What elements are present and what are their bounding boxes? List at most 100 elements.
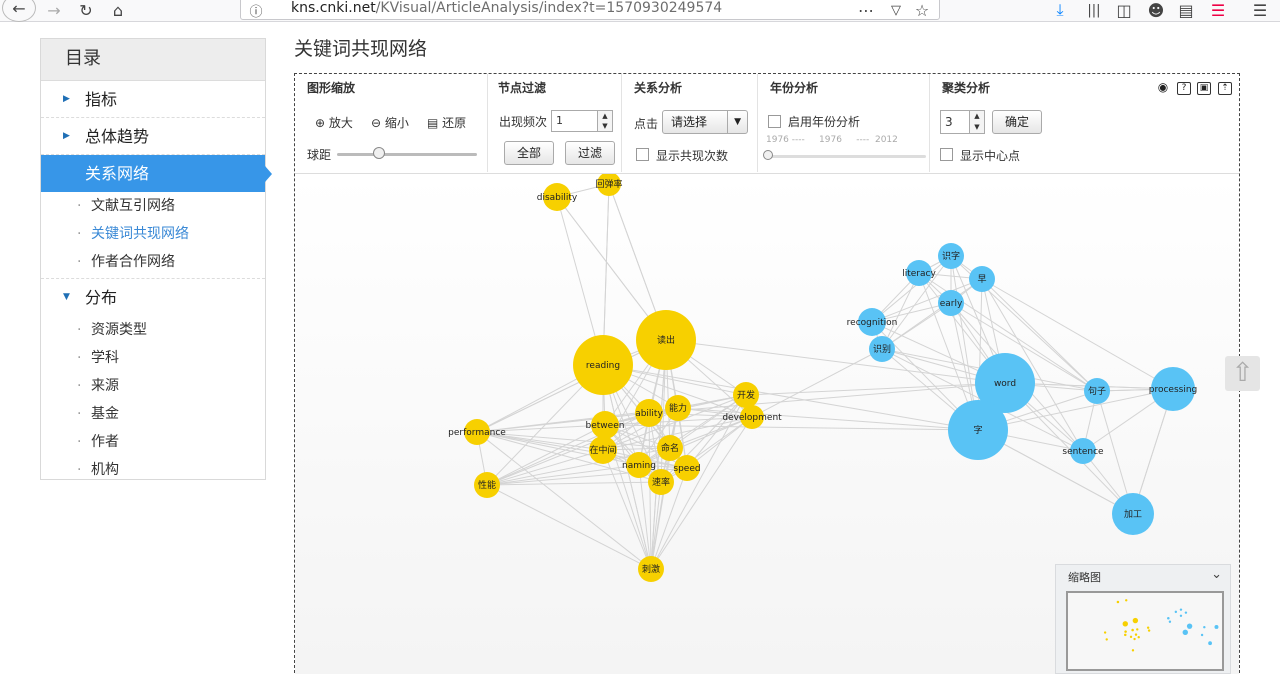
sidebar-subitem-source[interactable]: 来源 [41,372,265,400]
network-node-label: 回弹率 [595,178,622,190]
network-node[interactable]: 开发 [733,382,759,408]
network-edge [871,278,983,323]
minimap-viewport[interactable] [1066,591,1224,671]
filter-apply-button[interactable]: 过滤 [565,141,615,165]
distance-slider-handle[interactable] [373,147,385,159]
zoom-out-button[interactable]: ⊖ 缩小 [371,114,409,131]
info-icon[interactable]: ⓘ [248,0,264,20]
show-center-label: 显示中心点 [960,149,1021,163]
network-node[interactable]: performance [448,419,506,445]
forward-icon[interactable]: → [44,0,64,20]
fullscreen-icon[interactable]: ▣ [1197,82,1211,95]
minimap-node [1174,610,1178,614]
bookmark-star-icon[interactable]: ☆ [912,0,932,20]
network-node[interactable]: 句子 [1084,378,1110,404]
filter-all-button[interactable]: 全部 [504,141,554,165]
show-center-checkbox[interactable] [940,148,953,161]
network-node[interactable]: 命名 [657,435,683,461]
network-node[interactable]: reading [573,335,633,395]
sidebar-subitem-citation-network[interactable]: 文献互引网络 [41,192,265,220]
distance-slider[interactable] [337,153,477,156]
network-node[interactable]: 加工 [1112,493,1154,535]
sidebar-icon[interactable]: ◫ [1114,0,1134,20]
menu-icon[interactable]: ☰ [1250,0,1270,20]
pocket-icon[interactable]: ▽ [886,0,906,20]
relation-select[interactable]: 请选择 ▼ [662,110,748,134]
sidebar-item-indicators[interactable]: ▶ 指标 [41,81,265,118]
frequency-input[interactable]: 1 [551,110,599,132]
network-edge [648,412,652,570]
network-node[interactable]: 识字 [938,243,964,269]
back-icon[interactable]: ← [2,0,36,22]
sidebar-subitem-subject[interactable]: 学科 [41,344,265,372]
enable-year-checkbox[interactable] [768,115,781,128]
sidebar-item-distribution[interactable]: ▼ 分布 [41,279,265,316]
network-node[interactable]: disability [537,183,578,211]
more-icon[interactable]: ⋯ [856,0,876,20]
account-icon[interactable]: ☻ [1146,0,1166,20]
extension-icon[interactable]: ☰ [1208,0,1228,20]
reload-icon[interactable]: ↻ [76,0,96,20]
caret-right-icon: ▶ [63,131,70,141]
network-node[interactable]: 速率 [648,469,674,495]
download-icon[interactable]: ⤓ [1050,0,1070,20]
camera-icon[interactable]: ◉ [1156,81,1170,95]
network-node-label: reading [586,361,620,371]
network-node[interactable]: 识别 [869,336,895,362]
network-node[interactable]: 在中间 [589,436,617,464]
sidebar-subitem-fund[interactable]: 基金 [41,400,265,428]
cluster-count-stepper[interactable]: ▲ ▼ [969,110,985,134]
network-node[interactable]: sentence [1062,438,1104,464]
cluster-confirm-button[interactable]: 确定 [992,110,1042,134]
year-slider-handle[interactable] [763,150,773,160]
network-node[interactable]: 回弹率 [595,174,623,196]
library-icon[interactable]: ||| [1084,0,1104,20]
reset-button[interactable]: ▤ 还原 [427,114,466,131]
sidebar-subitem-author[interactable]: 作者 [41,428,265,456]
help-icon[interactable]: ? [1177,82,1191,95]
network-node-label: 速率 [652,476,670,488]
minimap-node [1186,623,1193,629]
enable-year-label: 启用年份分析 [788,115,861,129]
show-count-checkbox[interactable] [636,148,649,161]
show-count-label: 显示共现次数 [656,149,729,163]
network-node-label: literacy [902,269,936,279]
minimap-node [1116,600,1120,604]
network-node[interactable]: recognition [847,308,898,336]
url-bar[interactable]: kns.cnki.net/KVisual/ArticleAnalysis/ind… [240,0,940,20]
network-node[interactable]: early [938,290,964,316]
keyword-network-graph[interactable]: disability 回弹率 读出 reading 开发 development 能力 abi… [295,174,1239,674]
url-path: /KVisual/ArticleAnalysis/index?t=1570930… [375,0,723,16]
year-slider[interactable] [768,155,926,158]
chevron-down-icon[interactable]: ⌄ [1211,567,1222,582]
sidebar-item-overall-trend[interactable]: ▶ 总体趋势 [41,118,265,155]
network-node[interactable]: processing [1149,367,1198,411]
sidebar-subitem-resource-type[interactable]: 资源类型 [41,316,265,344]
back-to-top-button[interactable]: ⇧ [1225,356,1260,391]
export-icon[interactable]: ⇡ [1218,82,1232,95]
network-edge [745,382,1006,396]
sidebar-subitem-institution[interactable]: 机构 [41,456,265,484]
network-node-label: between [586,421,625,431]
cluster-count-input[interactable]: 3 [940,110,970,134]
network-node[interactable]: ability [635,399,663,427]
network-node[interactable]: 能力 [665,395,691,421]
network-node-label: processing [1149,385,1198,395]
sidebar-item-relation-network[interactable]: 关系网络 [41,155,272,192]
reader-icon[interactable]: ▤ [1176,0,1196,20]
reset-icon: ▤ [427,116,439,130]
sidebar-subitem-author-network[interactable]: 作者合作网络 [41,248,265,279]
sidebar-subitem-keyword-network[interactable]: 关键词共现网络 [41,220,265,248]
network-node[interactable]: 性能 [474,472,500,498]
year-analysis-title: 年份分析 [770,81,819,95]
frequency-stepper[interactable]: ▲ ▼ [597,110,613,132]
network-node[interactable]: 字 [948,400,1008,460]
network-node[interactable]: 刺激 [638,556,664,582]
home-icon[interactable]: ⌂ [108,0,128,20]
network-node[interactable]: 读出 [636,310,696,370]
minimap-svg [1103,599,1219,652]
zoom-in-button[interactable]: ⊕ 放大 [315,114,353,131]
network-node[interactable]: speed [673,455,701,481]
sidebar-title: 目录 [41,39,265,81]
network-node[interactable]: 早 [969,266,995,292]
